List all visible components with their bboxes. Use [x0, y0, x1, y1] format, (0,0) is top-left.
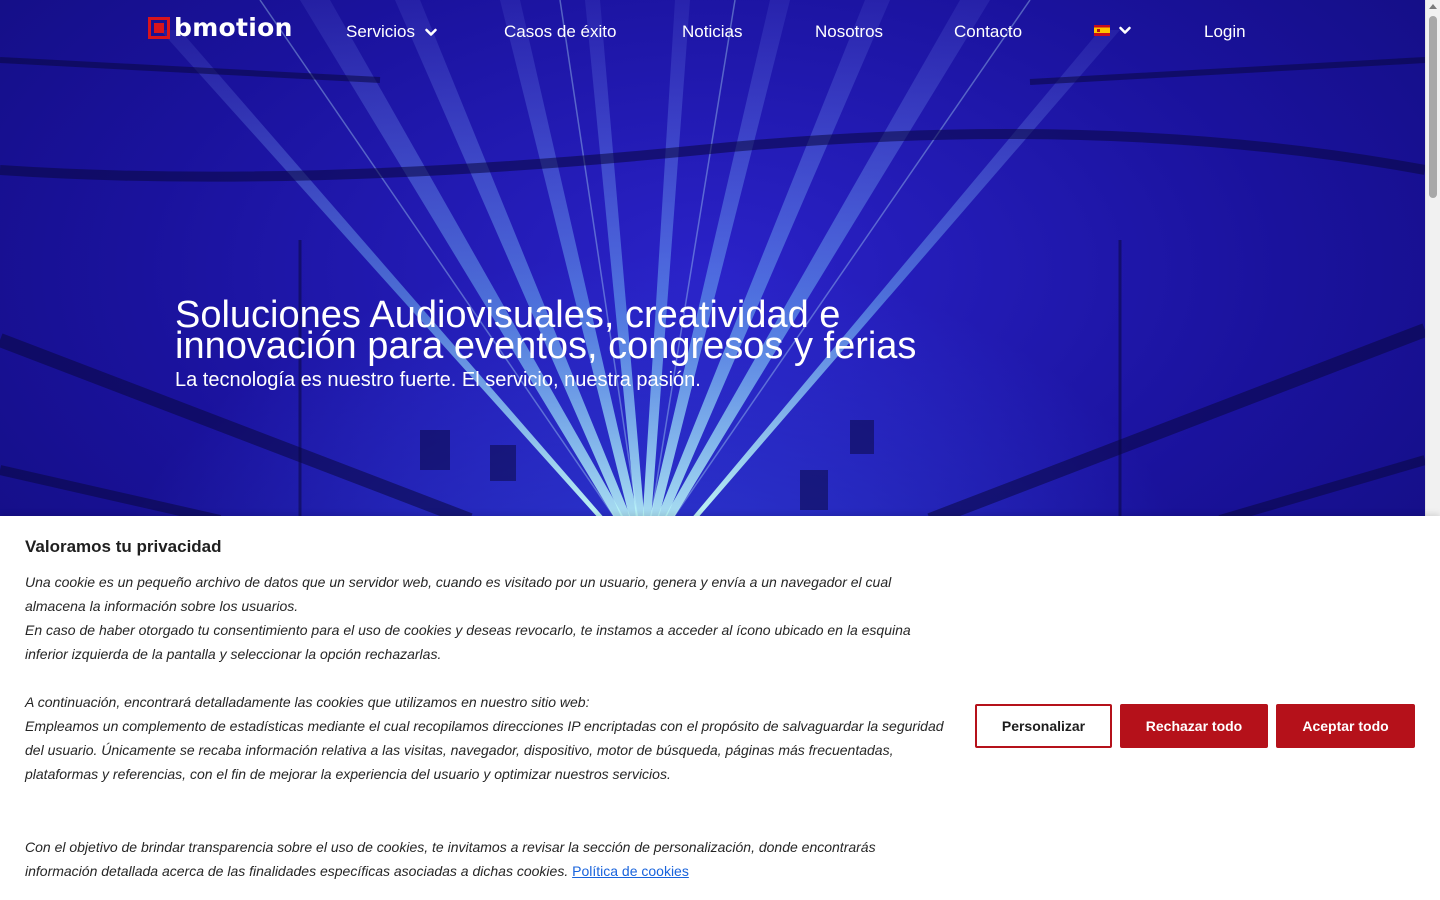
cookie-policy-link[interactable]: Política de cookies: [572, 863, 689, 879]
login-link[interactable]: Login: [1204, 22, 1246, 42]
nav-item-label: Noticias: [682, 22, 743, 41]
page-scrollbar[interactable]: [1425, 0, 1440, 516]
spain-flag-icon: [1094, 24, 1110, 36]
cookie-paragraph-text: Con el objetivo de brindar transparencia…: [25, 839, 876, 879]
accept-all-button[interactable]: Aceptar todo: [1276, 704, 1415, 748]
nav-item-label: Nosotros: [815, 22, 884, 41]
nav-item-label: Casos de éxito: [504, 22, 617, 41]
cookie-consent-banner: Valoramos tu privacidad Una cookie es un…: [0, 516, 1440, 900]
nav-item-label: Contacto: [954, 22, 1023, 41]
scroll-up-arrow-icon[interactable]: [1429, 4, 1437, 9]
login-label: Login: [1204, 22, 1246, 41]
reject-all-button[interactable]: Rechazar todo: [1120, 704, 1268, 748]
main-navigation: bmotion Servicios Casos de éxito Noticia…: [0, 0, 1425, 64]
chevron-down-icon: [425, 28, 437, 36]
cookie-paragraph: Empleamos un complemento de estadísticas…: [25, 718, 944, 782]
language-selector[interactable]: [1094, 23, 1132, 37]
nav-item-noticias[interactable]: Noticias: [682, 22, 742, 42]
cookie-paragraph-last: Con el objetivo de brindar transparencia…: [25, 835, 950, 883]
cookie-banner-title: Valoramos tu privacidad: [25, 537, 222, 556]
logo-text: bmotion: [174, 13, 293, 42]
nav-item-servicios[interactable]: Servicios: [346, 22, 438, 42]
hero-title: Soluciones Audiovisuales, creatividad e …: [175, 294, 917, 367]
bmotion-logo[interactable]: bmotion: [148, 14, 293, 42]
nav-item-contacto[interactable]: Contacto: [954, 22, 1022, 42]
cookie-banner-description: Una cookie es un pequeño archivo de dato…: [25, 570, 950, 883]
nav-item-nosotros[interactable]: Nosotros: [815, 22, 883, 42]
nav-item-label: Servicios: [346, 22, 415, 41]
bmotion-logo-mark-icon: [148, 17, 170, 39]
cookie-paragraph: Una cookie es un pequeño archivo de dato…: [25, 574, 892, 614]
hero-subtitle: La tecnología es nuestro fuerte. El serv…: [175, 369, 701, 391]
cookie-paragraph: A continuación, encontrará detalladament…: [25, 694, 590, 710]
chevron-down-icon: [1119, 26, 1131, 34]
nav-item-casos-de-exito[interactable]: Casos de éxito: [504, 22, 616, 42]
scrollbar-thumb[interactable]: [1429, 16, 1437, 198]
customize-button[interactable]: Personalizar: [975, 704, 1112, 748]
cookie-paragraph: En caso de haber otorgado tu consentimie…: [25, 622, 911, 662]
